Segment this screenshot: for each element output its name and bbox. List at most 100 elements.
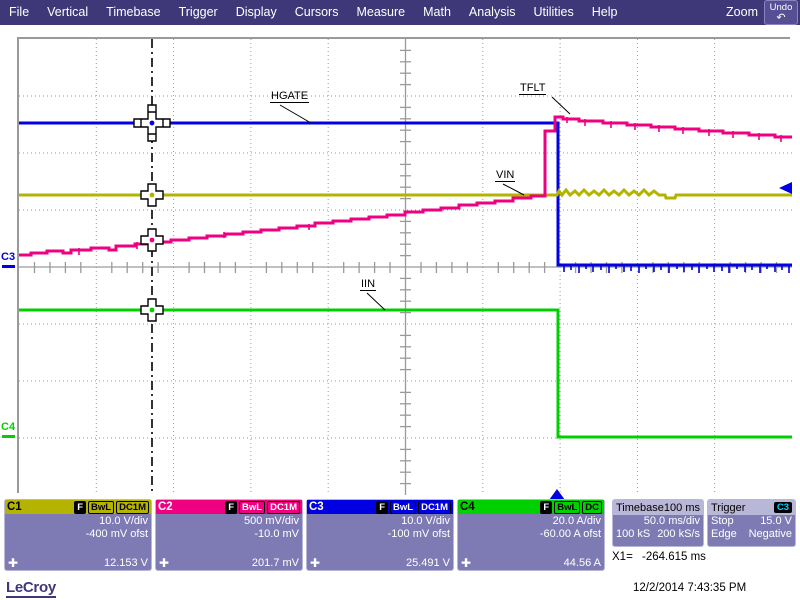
trigger-state: Stop bbox=[711, 515, 734, 528]
menu-item-math[interactable]: Math bbox=[414, 0, 460, 25]
timebase-rate: 200 kS/s bbox=[657, 528, 700, 541]
channel-footer-c2: ✚ 201.7 mV bbox=[156, 555, 302, 570]
badge-bwl-c1: BwL bbox=[88, 501, 114, 514]
channel-footer-c4: ✚ 44.56 A bbox=[458, 555, 604, 570]
zoom-button[interactable]: Zoom bbox=[720, 0, 764, 25]
lecroy-logo: LeCroy bbox=[6, 579, 56, 598]
channel-footer-c1: ✚ 12.153 V bbox=[5, 555, 151, 570]
timebase-sample-row: 100 kS 200 kS/s bbox=[613, 528, 703, 541]
channel-header-c1: C1 F BwL DC1M bbox=[5, 500, 151, 514]
trigger-slope: Negative bbox=[749, 528, 792, 541]
menu-bar: File Vertical Timebase Trigger Display C… bbox=[0, 0, 800, 25]
badge-bwl-c4: BwL bbox=[554, 501, 580, 514]
channel-header-c3: C3 F BwL DC1M bbox=[307, 500, 453, 514]
timebase-scale: 50.0 ms/div bbox=[644, 515, 700, 528]
channel-descriptor-c3[interactable]: C3 F BwL DC1M 10.0 V/div -100 mV ofst ✚ … bbox=[306, 499, 454, 571]
waveform-label-tflt: TFLT bbox=[519, 82, 546, 95]
channel-body-c1: 10.0 V/div -400 mV ofst bbox=[5, 514, 151, 540]
channel-id-c3: C3 bbox=[309, 500, 327, 514]
channel-id-c1: C1 bbox=[7, 500, 25, 514]
channel-badges-c1: F BwL DC1M bbox=[74, 501, 149, 514]
channel-offset-c1: -400 mV ofst bbox=[8, 528, 148, 541]
channel-value-c4: 44.56 A bbox=[564, 557, 601, 569]
datetime-readout: 12/2/2014 7:43:35 PM bbox=[633, 582, 746, 594]
channel-descriptor-c2[interactable]: C2 F BwL DC1M 500 mV/div -10.0 mV ✚ 201.… bbox=[155, 499, 303, 571]
channel-offset-c4: -60.00 A ofst bbox=[461, 528, 601, 541]
oscilloscope-screen: File Vertical Timebase Trigger Display C… bbox=[0, 0, 800, 600]
menu-item-vertical[interactable]: Vertical bbox=[38, 0, 97, 25]
badge-coupling-f-c4: F bbox=[540, 501, 552, 514]
channel-marker-c4-tick bbox=[2, 435, 15, 438]
channel-marker-c3-tick bbox=[2, 265, 15, 268]
badge-bwl-c2: BwL bbox=[239, 501, 265, 514]
timebase-delay: 100 ms bbox=[664, 502, 700, 514]
trigger-header: Trigger C3 bbox=[708, 500, 795, 515]
channel-header-c2: C2 F BwL DC1M bbox=[156, 500, 302, 514]
badge-coupling-f-c3: F bbox=[376, 501, 388, 514]
undo-arrow-icon: ↶ bbox=[765, 13, 797, 23]
timebase-descriptor[interactable]: Timebase 100 ms 50.0 ms/div 100 kS 200 k… bbox=[612, 499, 704, 547]
timebase-scale-row: 50.0 ms/div bbox=[613, 515, 703, 528]
menu-item-display[interactable]: Display bbox=[227, 0, 286, 25]
graticule-canvas bbox=[19, 39, 792, 495]
badge-dc1m-c1: DC1M bbox=[116, 501, 149, 514]
channel-marker-c4[interactable]: C4 bbox=[1, 421, 15, 433]
cursor-x1-label: X1= bbox=[612, 551, 633, 563]
menu-item-cursors[interactable]: Cursors bbox=[286, 0, 348, 25]
menu-item-timebase[interactable]: Timebase bbox=[97, 0, 169, 25]
channel-marker-c3[interactable]: C3 bbox=[1, 251, 15, 263]
badge-coupling-f-c2: F bbox=[225, 501, 237, 514]
channel-value-c3: 25.491 V bbox=[406, 557, 450, 569]
badge-bwl-c3: BwL bbox=[390, 501, 416, 514]
waveform-c2-noise bbox=[79, 117, 781, 255]
waveform-label-hgate: HGATE bbox=[270, 90, 309, 103]
menu-item-trigger[interactable]: Trigger bbox=[170, 0, 227, 25]
channel-body-c4: 20.0 A/div -60.00 A ofst bbox=[458, 514, 604, 540]
undo-button[interactable]: Undo ↶ bbox=[764, 0, 798, 25]
channel-value-c2: 201.7 mV bbox=[252, 557, 299, 569]
cursor-x1-readout: X1= -264.615 ms bbox=[612, 551, 706, 563]
menu-item-file[interactable]: File bbox=[0, 0, 38, 25]
position-cross-icon-c4[interactable]: ✚ bbox=[461, 557, 471, 569]
channel-badges-c4: F BwL DC bbox=[540, 501, 602, 514]
waveform-label-iin: IIN bbox=[360, 278, 376, 291]
badge-dc1m-c2: DC1M bbox=[267, 501, 300, 514]
channel-scale-c3: 10.0 V/div bbox=[310, 515, 450, 528]
channel-descriptor-c1[interactable]: C1 F BwL DC1M 10.0 V/div -400 mV ofst ✚ … bbox=[4, 499, 152, 571]
badge-dc-c4: DC bbox=[582, 501, 602, 514]
timebase-samples: 100 kS bbox=[616, 528, 650, 541]
trigger-source-badge: C3 bbox=[774, 502, 792, 513]
menu-item-help[interactable]: Help bbox=[583, 0, 627, 25]
channel-value-c1: 12.153 V bbox=[104, 557, 148, 569]
timebase-title: Timebase bbox=[616, 502, 664, 514]
menu-item-utilities[interactable]: Utilities bbox=[524, 0, 582, 25]
channel-id-c4: C4 bbox=[460, 500, 478, 514]
channel-offset-c3: -100 mV ofst bbox=[310, 528, 450, 541]
trigger-level: 15.0 V bbox=[760, 515, 792, 528]
timebase-header: Timebase 100 ms bbox=[613, 500, 703, 515]
channel-badges-c3: F BwL DC1M bbox=[376, 501, 451, 514]
label-leader-lines bbox=[280, 97, 570, 310]
channel-descriptor-c4[interactable]: C4 F BwL DC 20.0 A/div -60.00 A ofst ✚ 4… bbox=[457, 499, 605, 571]
position-cross-icon-c3[interactable]: ✚ bbox=[310, 557, 320, 569]
trigger-type-row: Edge Negative bbox=[708, 528, 795, 541]
menu-item-measure[interactable]: Measure bbox=[347, 0, 414, 25]
channel-footer-c3: ✚ 25.491 V bbox=[307, 555, 453, 570]
cursor-x1-value: -264.615 ms bbox=[642, 551, 706, 563]
menu-item-analysis[interactable]: Analysis bbox=[460, 0, 525, 25]
channel-id-c2: C2 bbox=[158, 500, 176, 514]
channel-offset-c2: -10.0 mV bbox=[159, 528, 299, 541]
channel-scale-c4: 20.0 A/div bbox=[461, 515, 601, 528]
position-cross-icon-c2[interactable]: ✚ bbox=[159, 557, 169, 569]
trigger-level-arrow-icon[interactable] bbox=[779, 182, 792, 194]
channel-scale-c1: 10.0 V/div bbox=[8, 515, 148, 528]
position-cross-icon-c1[interactable]: ✚ bbox=[8, 557, 18, 569]
graticule[interactable]: HGATE TFLT VIN IIN bbox=[17, 37, 790, 493]
channel-body-c2: 500 mV/div -10.0 mV bbox=[156, 514, 302, 540]
channel-header-c4: C4 F BwL DC bbox=[458, 500, 604, 514]
badge-coupling-f-c1: F bbox=[74, 501, 86, 514]
trigger-title: Trigger bbox=[711, 502, 745, 514]
channel-badges-c2: F BwL DC1M bbox=[225, 501, 300, 514]
trigger-type: Edge bbox=[711, 528, 737, 541]
trigger-descriptor[interactable]: Trigger C3 Stop 15.0 V Edge Negative bbox=[707, 499, 796, 547]
